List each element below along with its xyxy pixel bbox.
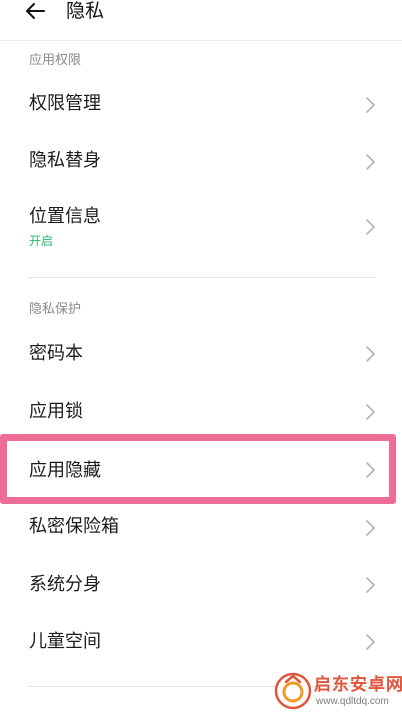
list-item-privacy-substitute[interactable]: 隐私替身 — [0, 136, 402, 188]
section-divider — [28, 277, 376, 278]
watermark-url: www.qdltdq.com — [316, 696, 389, 707]
list-item-label: 应用锁 — [29, 401, 83, 422]
list-item-label: 私密保险箱 — [29, 516, 119, 537]
chevron-right-icon — [364, 576, 376, 594]
chevron-right-icon — [364, 403, 376, 421]
list-item-password-book[interactable]: 密码本 — [0, 328, 402, 380]
chevron-right-icon — [364, 218, 376, 236]
watermark-name: 启东安卓网 — [314, 675, 402, 695]
section-title-privacy-protection: 隐私保护 — [29, 302, 82, 317]
chevron-right-icon — [364, 461, 376, 479]
list-item-label: 位置信息 — [29, 206, 101, 227]
list-item-location[interactable]: 位置信息 开启 — [0, 192, 402, 262]
list-item-permission-management[interactable]: 权限管理 — [0, 80, 402, 132]
chevron-right-icon — [364, 345, 376, 363]
list-item-label: 密码本 — [29, 343, 83, 364]
section-title-app-permissions: 应用权限 — [29, 53, 82, 68]
list-item-private-safe[interactable]: 私密保险箱 — [0, 502, 402, 554]
arrow-left-icon — [26, 3, 45, 19]
watermark-logo-icon — [274, 672, 312, 714]
list-item-label: 应用隐藏 — [29, 460, 101, 481]
back-button[interactable] — [22, 0, 52, 24]
top-bar: 隐私 — [0, 0, 402, 30]
status-text: 开启 — [29, 234, 54, 248]
list-item-kids-space[interactable]: 儿童空间 — [0, 616, 402, 668]
header-divider — [0, 40, 402, 41]
chevron-right-icon — [364, 633, 376, 651]
list-item-app-hide[interactable]: 应用隐藏 — [0, 441, 402, 499]
chevron-right-icon — [364, 153, 376, 171]
chevron-right-icon — [364, 96, 376, 114]
chevron-right-icon — [364, 519, 376, 537]
watermark: 启东安卓网 www.qdltdq.com — [274, 670, 402, 713]
list-item-label: 隐私替身 — [29, 150, 101, 171]
list-item-label: 系统分身 — [29, 574, 101, 595]
page-title: 隐私 — [66, 0, 105, 22]
list-item-system-clone[interactable]: 系统分身 — [0, 559, 402, 611]
list-item-app-lock[interactable]: 应用锁 — [0, 385, 402, 437]
list-item-label: 权限管理 — [29, 93, 101, 114]
list-item-label: 儿童空间 — [29, 631, 101, 652]
